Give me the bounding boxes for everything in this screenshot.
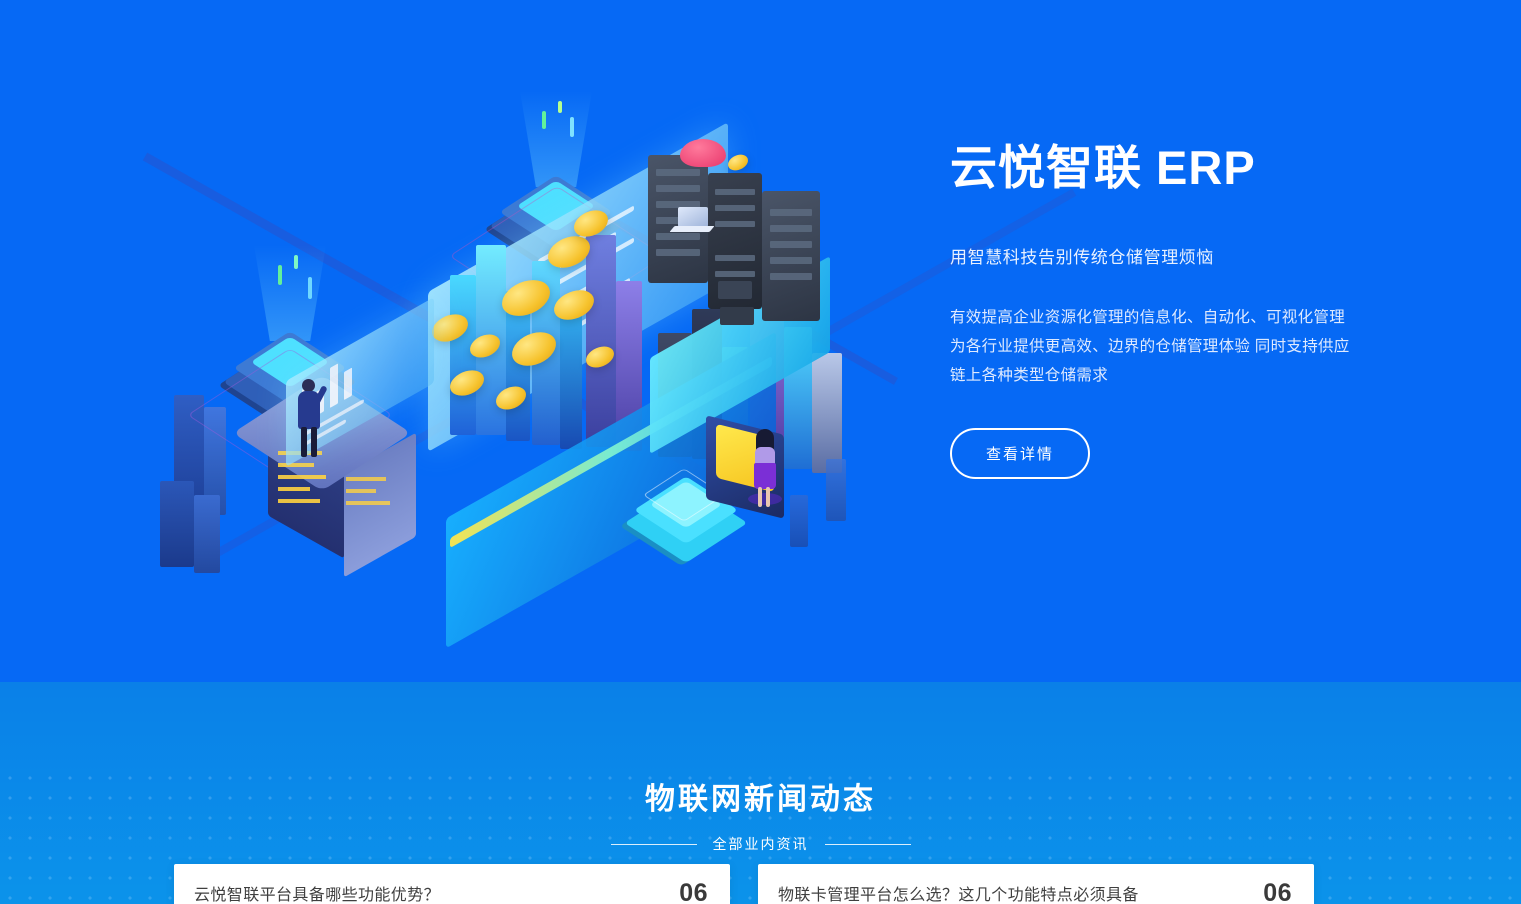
hero-description: 有效提高企业资源化管理的信息化、自动化、可视化管理 为各行业提供更高效、边界的仓… [950,309,1350,384]
server-unit [718,281,752,299]
news-section-title: 物联网新闻动态 [645,783,876,816]
building-block [160,481,194,567]
news-card[interactable]: 物联卡管理平台怎么选？这几个功能特点必须具备 06 [758,864,1314,904]
news-header: 物联网新闻动态 全部业内资讯 [0,774,1521,854]
landing-page: 云悦智联 ERP 用智慧科技告别传统仓储管理烦恼 有效提高企业资源化管理的信息化… [0,0,1521,904]
news-card-title: 云悦智联平台具备哪些功能优势？ [194,887,441,904]
person-shadow [748,493,782,505]
person-leg [766,487,770,507]
news-card-date: 06 [679,878,708,904]
building-block [194,495,220,573]
server-rack [762,191,820,321]
news-section-subtitle: 全部业内资讯 [712,836,809,852]
news-card-date: 06 [1263,878,1292,904]
alert-dome-light [680,139,726,167]
building-block [790,495,808,547]
news-card-list: 云悦智联平台具备哪些功能优势？ 06 物联卡管理平台怎么选？这几个功能特点必须具… [174,864,1314,904]
data-spark [570,117,574,137]
server-unit [720,307,754,325]
news-section: 物联网新闻动态 全部业内资讯 云悦智联平台具备哪些功能优势？ 06 物联卡管理平… [0,682,1521,904]
person-leg [758,487,762,507]
hero-illustration [150,91,870,649]
data-spark [278,265,282,285]
news-card[interactable]: 云悦智联平台具备哪些功能优势？ 06 [174,864,730,904]
person-leg [301,427,307,457]
building-block [560,301,582,449]
data-spark [308,277,312,299]
data-spark [542,111,546,129]
laptop-screen [678,207,708,227]
hero-subtitle: 用智慧科技告别传统仓储管理烦恼 [950,248,1214,268]
data-spark [294,255,298,269]
building-block [826,459,846,521]
person-skirt [754,463,776,489]
rule-left-icon [610,843,697,845]
coin [727,152,749,173]
page-title: 云悦智联 ERP [950,141,1256,194]
hero-copy: 云悦智联 ERP 用智慧科技告别传统仓储管理烦恼 有效提高企业资源化管理的信息化… [950,140,1410,480]
building-block [586,235,616,447]
person-leg [311,427,317,457]
building-block [812,353,842,473]
laptop-base [669,226,715,232]
hero-section: 云悦智联 ERP 用智慧科技告别传统仓储管理烦恼 有效提高企业资源化管理的信息化… [0,0,1521,682]
view-details-button[interactable]: 查看详情 [950,428,1091,480]
news-subtitle-wrap: 全部业内资讯 [0,834,1521,854]
rule-right-icon [824,843,911,845]
data-spark [558,101,562,113]
news-card-title: 物联卡管理平台怎么选？这几个功能特点必须具备 [778,887,1139,904]
